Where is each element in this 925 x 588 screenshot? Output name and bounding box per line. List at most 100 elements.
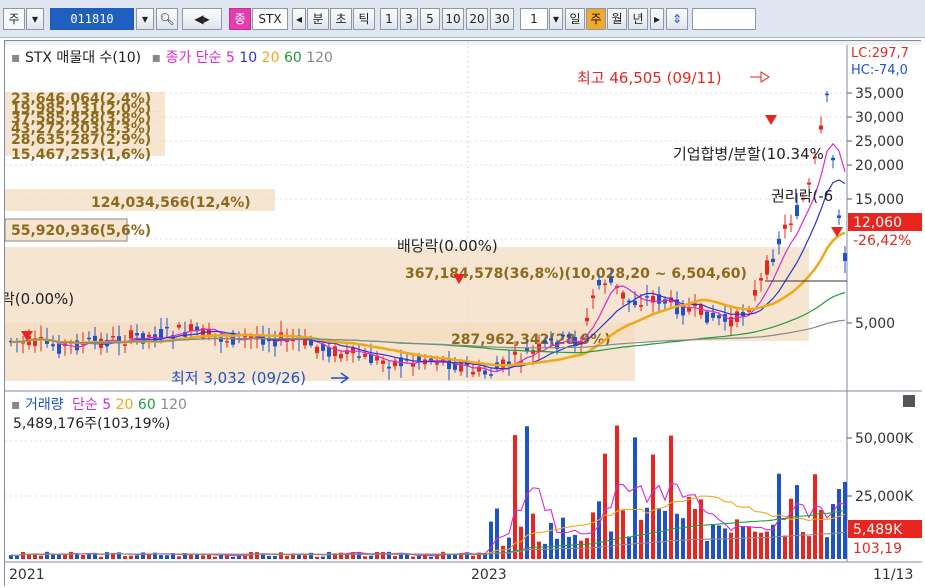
market-label: 주 [8,12,20,26]
volume-bar [369,555,373,559]
market-selector[interactable]: 주 [3,8,25,30]
chevron-down-icon[interactable]: ▾ [549,8,563,30]
volume-bar [471,555,475,559]
period-minute-button[interactable]: 분 [307,8,329,30]
volume-bar [789,498,793,559]
interval-1-label: 1 [385,12,393,26]
interval-10-button[interactable]: 10 [442,8,464,30]
volume-bar [159,555,163,559]
volume-profile-label: 124,034,566(12,4%) [91,195,251,211]
ma10-label: 10 [239,50,258,66]
volume-bar [549,522,553,559]
price-axis-label: 20,000 [855,158,904,174]
volume-bar [429,556,433,559]
candle-body [483,370,487,375]
volume-bar [759,532,763,559]
high-marker-label: 최고 46,505 (09/11) [577,69,722,87]
volume-bar [393,556,397,559]
period-month-button[interactable]: 월 [607,8,627,30]
volume-bar [573,534,577,559]
volume-bar [39,555,43,559]
interval-20-label: 20 [469,12,485,26]
legend-square-icon: ▪ [151,50,162,66]
ma-label: 종가 단순 [165,50,222,66]
volume-bar [735,519,739,559]
volume-bar [285,555,289,559]
chart-area: 23,646,064(2,4%) 19,985,131(2,0%) 37,585,8… [4,40,922,587]
price-axis-label: 25,000 [855,134,904,150]
candle-body [357,356,361,358]
interval-20-button[interactable]: 20 [466,8,488,30]
volume-bar [123,556,127,559]
prev-icon[interactable]: ◂ [292,8,306,30]
candle-body [795,205,799,217]
volume-bar [255,552,259,559]
volume-bar [315,556,319,559]
candle-body [309,340,313,346]
price-axis-label: 5,000 [855,316,895,332]
candle-body [159,328,163,339]
volume-bar [693,509,697,559]
volume-bar [753,531,757,559]
interval-1-button[interactable]: 1 [380,8,398,30]
candle-body [621,292,625,299]
price-legend: ▪ STX 매물대 수(10) ▪ 종가 단순 5 10 20 60 120 [11,50,333,66]
volume-bar [63,554,67,559]
volume-profile-label: 55,920,936(5,6%) [11,223,151,239]
candle-body [147,334,151,337]
candle-body [381,360,385,364]
volume-bar [561,517,565,559]
period-day-button[interactable]: 일 [565,8,585,30]
interval-5-button[interactable]: 5 [420,8,440,30]
speaker-icon[interactable]: ◀▸ [182,8,222,30]
search-icon[interactable]: 🔍︎ [156,8,178,30]
volume-bar [513,435,517,559]
candle-body [711,312,715,318]
count-input[interactable]: 1 [520,8,548,30]
chevron-down-icon[interactable]: ▾ [136,8,154,30]
interval-30-button[interactable]: 30 [490,8,514,30]
interval-30-label: 30 [494,12,510,26]
volume-bar [639,519,643,559]
volume-bar [327,551,331,559]
period-second-button[interactable]: 초 [330,8,352,30]
candle-body [771,258,775,262]
candle-body [195,326,199,331]
volume-bar [267,555,271,559]
interval-3-button[interactable]: 3 [400,8,418,30]
scroll-up-down-icon[interactable]: ⇕ [666,8,688,30]
period-year-button[interactable]: 년 [628,8,648,30]
candle-body [87,337,91,340]
period-tick-button[interactable]: 틱 [353,8,375,30]
volume-bar [177,556,181,559]
candlestick-chart[interactable]: 23,646,064(2,4%)19,985,131(2,0%)37,585,8… [5,41,922,587]
volume-bar [273,555,277,559]
candle-body [783,224,787,229]
candle-body [315,346,319,354]
volume-bar [81,554,85,559]
interval-10-label: 10 [445,12,461,26]
volume-bar [651,454,655,559]
price-axis-label: 15,000 [855,192,904,208]
chevron-down-icon[interactable]: ▾ [26,8,44,30]
candle-body [51,344,55,347]
candle-body [597,279,601,286]
extra-input[interactable] [692,8,756,30]
candle-body [639,305,643,307]
period-week-button[interactable]: 주 [586,8,606,30]
volume-bar [621,510,625,559]
candle-body [585,317,589,322]
ma5-label: 5 [226,50,235,66]
count-value: 1 [530,12,538,26]
volume-bar [243,555,247,559]
volume-profile-label: 15,467,253(1,6%) [11,147,151,163]
volume-bar [711,524,715,559]
candle-body [249,336,253,338]
hc-label: HC:-74,0 [851,63,908,78]
candle-body [837,215,841,218]
volume-bar [363,556,367,559]
next-icon[interactable]: ▸ [650,8,664,30]
stock-code-input[interactable]: 011810 [50,8,134,30]
candle-body [819,125,823,130]
period-day-label: 일 [569,12,581,26]
